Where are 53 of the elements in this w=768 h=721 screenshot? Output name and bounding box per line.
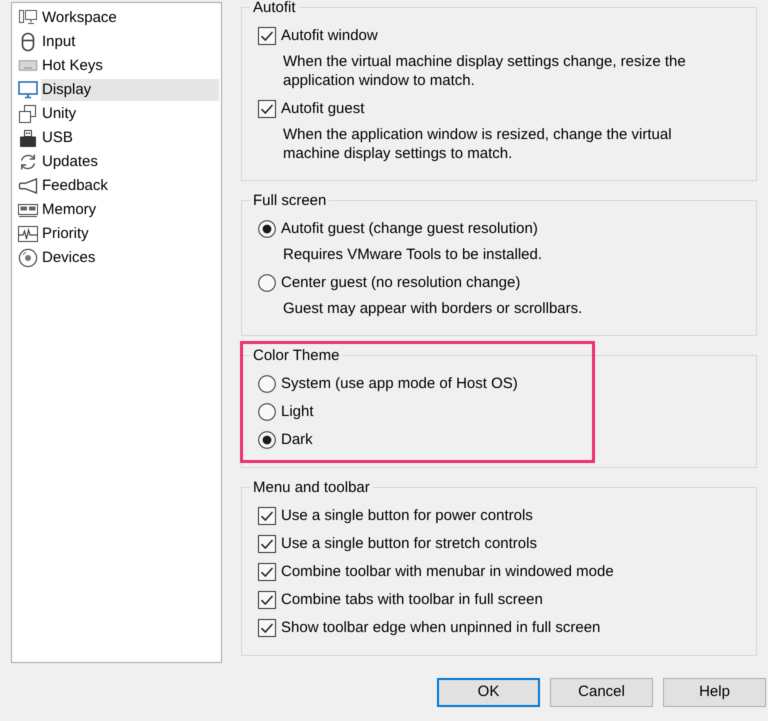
megaphone-icon [18,176,38,196]
option-description: Requires VMware Tools to be installed. [283,245,544,264]
sidebar-item[interactable]: Hot Keys [41,55,219,77]
checkbox-label[interactable]: Use a single button for stretch controls [281,532,537,556]
checkbox[interactable] [258,535,276,553]
radio-button[interactable] [258,403,276,421]
radio-button[interactable] [258,220,276,238]
option-description: Guest may appear with borders or scrollbars. [283,299,584,318]
checkbox-label[interactable]: Combine tabs with toolbar in full screen [281,588,543,612]
sidebar-item[interactable]: Workspace [41,7,219,29]
checkbox[interactable] [258,27,276,45]
group-title: Color Theme [252,348,340,363]
checkbox[interactable] [258,619,276,637]
disc-icon [18,248,38,268]
sidebar-item[interactable]: Display [41,79,219,101]
sidebar-item[interactable]: Feedback [41,175,219,197]
group-title: Full screen [252,193,328,208]
radio-label[interactable]: Light [281,400,314,424]
sidebar-item[interactable]: Updates [41,151,219,173]
group-title: Autofit [252,0,297,15]
sidebar-item[interactable]: Priority [41,223,219,245]
radio-label[interactable]: Autofit guest (change guest resolution) [281,218,538,240]
option-description: When the application window is resized, change the virtual machine display settings to match. [283,125,673,163]
option-description: When the virtual machine display settings change, resize the application window to match. [283,52,687,90]
radio-button[interactable] [258,274,276,292]
radio-button[interactable] [258,431,276,449]
radio-button[interactable] [258,375,276,393]
pulse-graph-icon [18,224,38,244]
sidebar-item[interactable]: USB [41,127,219,149]
checkbox[interactable] [258,100,276,118]
sidebar-item[interactable]: Unity [41,103,219,125]
dialog-button[interactable]: Help [663,678,766,707]
overlapping-squares-icon [18,104,38,124]
refresh-icon [18,152,38,172]
radio-label[interactable]: Center guest (no resolution change) [281,272,520,294]
sidebar-item[interactable]: Memory [41,199,219,221]
dialog-button[interactable]: Cancel [550,678,653,707]
checkbox-label[interactable]: Show toolbar edge when unpinned in full screen [281,616,600,640]
dialog-button[interactable]: OK [437,678,540,707]
checkbox[interactable] [258,563,276,581]
usb-drive-icon [18,128,38,148]
checkbox-label[interactable]: Autofit guest [281,98,364,120]
checkbox-label[interactable]: Use a single button for power controls [281,504,533,528]
sidebar-item[interactable]: Devices [41,247,219,269]
monitor-icon [18,80,38,100]
radio-label[interactable]: System (use app mode of Host OS) [281,372,518,396]
checkbox[interactable] [258,507,276,525]
checkbox-label[interactable]: Combine toolbar with menubar in windowed mode [281,560,614,584]
checkbox[interactable] [258,591,276,609]
group-title: Menu and toolbar [252,480,371,495]
sidebar-item[interactable]: Input [41,31,219,53]
checkbox-label[interactable]: Autofit window [281,24,378,48]
radio-label[interactable]: Dark [281,428,313,452]
